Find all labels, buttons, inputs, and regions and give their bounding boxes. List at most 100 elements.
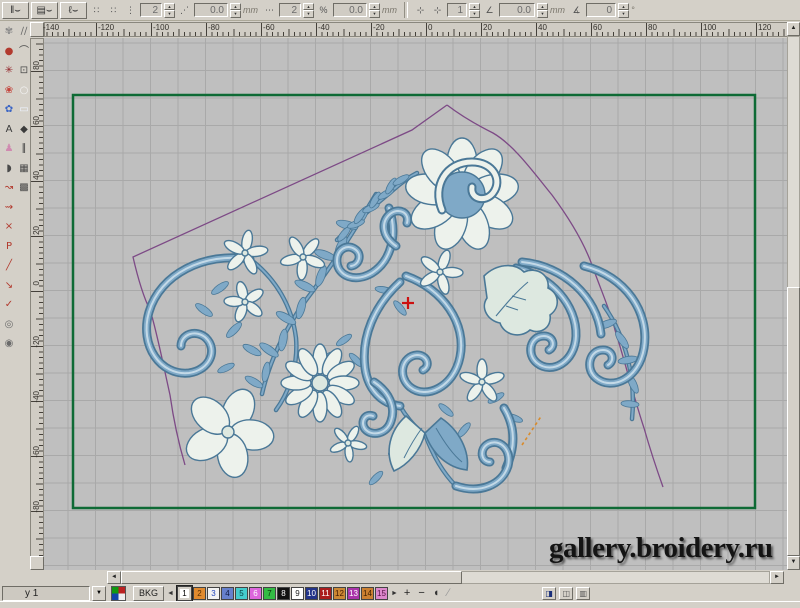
angle-spinner[interactable]: ▲ ▼ (618, 2, 629, 18)
ruler-label: 80 (648, 23, 657, 32)
hscroll-right-button[interactable]: ► (770, 571, 784, 584)
ruler-label: 100 (703, 23, 717, 32)
grid-dots-icon-a: ∷ (93, 4, 100, 15)
repeat-count-spinner[interactable]: ▲ ▼ (164, 2, 175, 18)
repeat-count-field[interactable]: 2 (140, 3, 162, 17)
layer-select[interactable]: y 1 (2, 585, 90, 601)
add-color-button[interactable]: + (401, 587, 413, 599)
background-color-button[interactable]: BKG (133, 585, 165, 601)
step-spinner[interactable]: ▲ ▼ (469, 2, 480, 18)
left-tool-palette: ✾ ● ✳ ❀ ✿ A ♟ ◗ ↝ ⇝ × P ╱ ↘ ✓ ◎ ◉ ∕∕ ⌒ ⊡ ○ ▭ ◆ ∥ ▦ ▩ (0, 21, 32, 608)
embroidery-design[interactable] (147, 137, 645, 489)
flower-dark-tool-icon[interactable]: ✳ (2, 63, 16, 78)
view-artistic-icon[interactable]: ▥ (576, 586, 591, 600)
motif-stitch-button[interactable]: ℓ⌣ (60, 1, 87, 19)
color-swatch-4[interactable]: 4 (220, 586, 234, 603)
arrow-red-tool-icon[interactable]: ↘ (2, 278, 16, 293)
hscroll-left-button[interactable]: ◄ (107, 571, 121, 584)
chain-tool-icon[interactable]: ◎ (2, 317, 16, 332)
layer-select-arrow-icon[interactable]: ▼ (92, 585, 106, 601)
ruler-label: -60 (32, 446, 41, 458)
density-spinner[interactable]: ▲ ▼ (369, 2, 380, 18)
palette-scroll-right-icon[interactable]: ► (390, 590, 399, 597)
ruler-label: -40 (318, 23, 330, 32)
color-swatch-10[interactable]: 10 (304, 586, 318, 600)
view-stitch-icon[interactable]: ◫ (559, 586, 574, 600)
blob-tool-icon[interactable]: ◗ (2, 161, 16, 176)
flower-red-tool-icon[interactable]: ❀ (2, 83, 16, 98)
hscroll-thumb[interactable] (121, 571, 462, 584)
daisy-flower (280, 343, 360, 423)
fruit-tool-icon[interactable]: ● (2, 44, 16, 59)
leaf (261, 361, 271, 383)
rotate-angle-icon: ∡ (572, 4, 581, 15)
palette-scroll-left-icon[interactable]: ◄ (166, 590, 175, 597)
run-count-field[interactable]: 2 (279, 3, 301, 17)
offset-field[interactable]: 0.0 (499, 3, 535, 17)
curve-tool-icon[interactable]: ⌒ (17, 44, 31, 59)
color-swatch-3[interactable]: 3 (206, 586, 220, 603)
cross-red-tool-icon[interactable]: × (2, 219, 16, 234)
leaf-dark-tool-icon[interactable]: ◆ (17, 122, 31, 137)
texture-tool-icon[interactable]: ▩ (17, 180, 31, 195)
color-swatch-8[interactable]: 8 (276, 586, 290, 600)
vscroll-thumb[interactable] (787, 287, 800, 556)
color-swatch-12[interactable]: 12 (332, 586, 346, 600)
ellipse-tool-icon[interactable]: ○ (17, 83, 31, 98)
color-swatch-5[interactable]: 5 (234, 586, 248, 600)
color-swatch-15[interactable]: 15 (374, 586, 388, 600)
curve-red-tool-icon[interactable]: ↝ (2, 180, 16, 195)
run-count-spinner[interactable]: ▲ ▼ (303, 2, 314, 18)
vscroll-down-button[interactable]: ▼ (787, 556, 800, 570)
rectangle-tool-icon[interactable]: ▭ (17, 102, 31, 117)
color-swatch-1[interactable]: 1 (175, 584, 193, 604)
stitch-length-spinner[interactable]: ▲ ▼ (230, 2, 241, 18)
color-swatch-9[interactable]: 9 (290, 586, 304, 600)
slash-red-tool-icon[interactable]: ╱ (2, 258, 16, 273)
palette-chip-icon[interactable] (111, 585, 126, 601)
leaf (393, 300, 407, 316)
design-canvas[interactable]: gallery.broidery.ru (44, 38, 787, 570)
check-red-tool-icon[interactable]: ✓ (2, 297, 16, 312)
vscroll-up-button[interactable]: ▲ (787, 22, 800, 36)
satin-stitch-button[interactable]: ▤⌣ (31, 1, 58, 19)
step-field[interactable]: 1 (447, 3, 467, 17)
p-red-tool-icon[interactable]: P (2, 239, 16, 254)
photo-tool-icon[interactable]: ⊡ (17, 63, 31, 78)
hatch-tool-icon[interactable]: ∕∕ (17, 24, 31, 39)
image-tool-icon[interactable]: ▦ (17, 161, 31, 176)
lettering-tool-icon[interactable]: A (2, 122, 16, 137)
wheel-icon[interactable]: ◖ (430, 587, 443, 599)
color-swatch-11[interactable]: 11 (318, 586, 332, 600)
remove-color-button[interactable]: − (415, 587, 427, 599)
horizontal-ruler: -140 -120 -100 -80 -60 -40 -20 0 20 40 60 80 100 120 (43, 22, 788, 37)
ruler-label: -80 (208, 23, 220, 32)
run-stitch-button[interactable]: ‖⌣ (2, 1, 29, 19)
color-swatch-7[interactable]: 7 (262, 586, 276, 603)
swatch-strip: 1 2 3 4 5 6 7 8 9 10 11 12 13 14 15 (175, 584, 388, 604)
color-swatch-14[interactable]: 14 (360, 586, 374, 600)
knot-tool-icon[interactable]: ✾ (2, 24, 16, 39)
view-design-icon[interactable]: ◨ (542, 586, 557, 600)
flower-blue-tool-icon[interactable]: ✿ (2, 102, 16, 117)
stitch-length-field[interactable]: 0.0 (194, 3, 228, 17)
target-tool-icon[interactable]: ◉ (2, 336, 16, 351)
columns-tool-icon[interactable]: ∥ (17, 141, 31, 156)
color-swatch-2[interactable]: 2 (192, 586, 206, 603)
leaf (294, 279, 316, 293)
offset-unit: mm (550, 5, 565, 15)
density-field[interactable]: 0.0 (333, 3, 367, 17)
angle-unit: ° (631, 5, 635, 15)
color-swatch-13[interactable]: 13 (346, 586, 360, 603)
color-swatch-6[interactable]: 6 (248, 586, 262, 603)
run-dots-icon: ⋯ (265, 4, 274, 15)
offset-spinner[interactable]: ▲ ▼ (537, 2, 548, 18)
figure-tool-icon[interactable]: ♟ (2, 141, 16, 156)
angle-field[interactable]: 0 (586, 3, 616, 17)
pen-slash-icon: ∕ (447, 587, 450, 599)
ruler-corner-box (30, 22, 44, 37)
leaf (244, 375, 264, 389)
ruler-label: 120 (758, 23, 772, 32)
ruler-label: -20 (373, 23, 385, 32)
node-line-tool-icon[interactable]: ⇝ (2, 200, 16, 215)
